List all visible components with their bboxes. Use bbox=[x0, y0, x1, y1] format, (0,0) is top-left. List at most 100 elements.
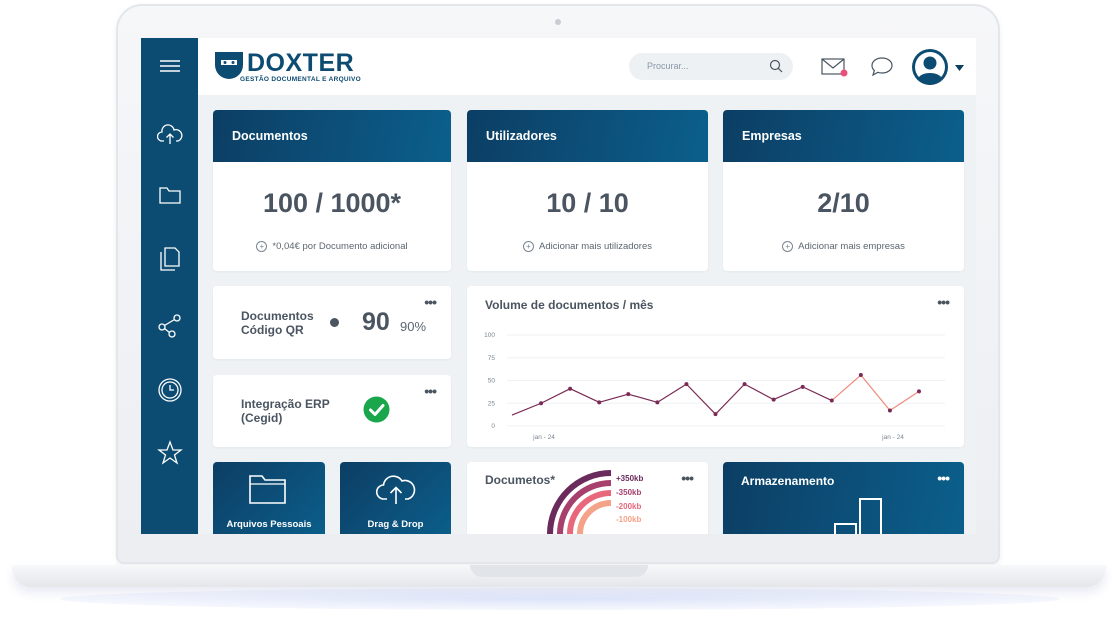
top-bar: DOXTER GESTÃO DOCUMENTAL E ARQUIVO Procu… bbox=[198, 38, 976, 95]
search-icon[interactable] bbox=[769, 59, 783, 78]
legend-350plus: +350kb bbox=[616, 474, 644, 483]
documentos-note[interactable]: + *0,04€ por Documento adicional bbox=[213, 241, 451, 252]
data-point[interactable] bbox=[771, 397, 776, 402]
sidebar bbox=[141, 38, 198, 534]
workflow-icon[interactable] bbox=[155, 311, 185, 341]
documents-icon[interactable] bbox=[155, 244, 185, 274]
erp-label-line1: Integração ERP bbox=[241, 397, 330, 411]
empresas-value: 2/10 bbox=[817, 188, 870, 218]
mail-icon[interactable] bbox=[820, 56, 848, 78]
data-point[interactable] bbox=[626, 392, 631, 397]
card-volume-chart: Volume de documentos / mês ••• 100 75 50 25… bbox=[467, 286, 964, 447]
y-tick-label: 75 bbox=[488, 355, 496, 362]
series-line-segment bbox=[540, 388, 571, 404]
check-circle-icon bbox=[363, 396, 390, 428]
add-empresas-link[interactable]: + Adicionar mais empresas bbox=[723, 241, 964, 252]
data-point[interactable] bbox=[829, 398, 834, 403]
legend-350minus: -350kb bbox=[616, 488, 642, 497]
card-utilizadores: Utilizadores 10 / 10 + Adicionar mais ut… bbox=[467, 110, 708, 271]
folder-icon[interactable] bbox=[155, 180, 185, 210]
card-documetos-size: Documetos* ••• +350kb -350kb -200kb -100… bbox=[467, 462, 708, 534]
more-options-icon[interactable]: ••• bbox=[424, 294, 437, 310]
x-tick-label: jan - 24 bbox=[532, 434, 555, 441]
qr-value: 90 bbox=[362, 308, 390, 336]
card-title: Utilizadores bbox=[486, 129, 557, 143]
utilizadores-value: 10 / 10 bbox=[546, 188, 629, 218]
storage-bars-icon bbox=[834, 498, 882, 534]
series-line-segment bbox=[628, 393, 658, 403]
data-point[interactable] bbox=[742, 382, 747, 387]
star-icon[interactable] bbox=[155, 438, 185, 468]
legend-200minus: -200kb bbox=[616, 502, 642, 511]
laptop-camera bbox=[555, 19, 561, 25]
menu-icon[interactable] bbox=[155, 51, 185, 81]
series-line-segment bbox=[599, 393, 629, 403]
tile-label: Arquivos Pessoais bbox=[226, 519, 312, 530]
more-options-icon[interactable]: ••• bbox=[424, 383, 437, 399]
erp-label-line2: (Cegid) bbox=[241, 411, 283, 425]
chat-icon[interactable] bbox=[868, 56, 896, 78]
add-utilizadores-text: Adicionar mais utilizadores bbox=[539, 241, 652, 252]
logo-wordmark: DOXTER bbox=[247, 49, 355, 77]
data-point[interactable] bbox=[597, 400, 602, 405]
avatar[interactable] bbox=[912, 47, 952, 87]
documentos-value: 100 / 1000* bbox=[262, 188, 402, 218]
series-line-segment bbox=[657, 383, 687, 403]
data-point[interactable] bbox=[713, 412, 718, 417]
cloud-upload-icon bbox=[375, 471, 417, 512]
series-line-segment bbox=[889, 390, 920, 412]
series-line-segment bbox=[685, 383, 716, 415]
card-documentos: Documentos 100 / 1000* + *0,04€ por Docu… bbox=[213, 110, 451, 271]
laptop-notch bbox=[470, 565, 648, 577]
bullet-icon bbox=[330, 318, 339, 327]
search-placeholder: Procurar... bbox=[647, 61, 689, 71]
plus-circle-icon: + bbox=[256, 241, 268, 252]
data-point[interactable] bbox=[655, 400, 660, 405]
data-point[interactable] bbox=[684, 382, 689, 387]
series-line-segment bbox=[831, 374, 862, 401]
card-header: Empresas bbox=[723, 110, 964, 162]
tile-drag-drop[interactable]: Drag & Drop bbox=[340, 462, 451, 534]
series-line-segment bbox=[715, 383, 746, 415]
qr-label-line1: Documentos bbox=[241, 309, 314, 323]
logo-tagline: GESTÃO DOCUMENTAL E ARQUIVO bbox=[240, 76, 362, 83]
legend-100minus: -100kb bbox=[616, 515, 642, 524]
y-tick-label: 0 bbox=[491, 423, 495, 430]
radial-arc-100minus bbox=[577, 500, 612, 534]
y-tick-label: 25 bbox=[488, 400, 496, 407]
plus-circle-icon: + bbox=[782, 241, 794, 252]
data-point[interactable] bbox=[917, 389, 921, 394]
add-utilizadores-link[interactable]: + Adicionar mais utilizadores bbox=[467, 241, 708, 252]
qr-percent: 90% bbox=[400, 319, 427, 334]
card-title: Empresas bbox=[742, 129, 802, 143]
card-title: Documentos bbox=[232, 129, 308, 143]
card-qr-documents: ••• Documentos Código QR 90 90% bbox=[213, 286, 451, 359]
data-point[interactable] bbox=[568, 386, 573, 391]
laptop-shadow bbox=[60, 588, 1060, 610]
app-logo[interactable]: DOXTER GESTÃO DOCUMENTAL E ARQUIVO bbox=[214, 49, 361, 83]
card-header: Utilizadores bbox=[467, 110, 708, 162]
y-tick-label: 100 bbox=[484, 332, 495, 339]
x-tick-label: jan - 24 bbox=[881, 434, 904, 441]
data-point[interactable] bbox=[539, 401, 544, 406]
search-input[interactable]: Procurar... bbox=[629, 53, 793, 80]
documentos-note-text: *0,04€ por Documento adicional bbox=[272, 241, 408, 252]
y-tick-label: 50 bbox=[488, 378, 496, 385]
series-line-segment bbox=[773, 386, 803, 401]
data-point[interactable] bbox=[800, 384, 805, 389]
tile-arquivos-pessoais[interactable]: Arquivos Pessoais bbox=[213, 462, 325, 534]
clock-icon[interactable] bbox=[155, 375, 185, 405]
cloud-upload-icon[interactable] bbox=[155, 120, 185, 150]
card-header: Documentos bbox=[213, 110, 451, 162]
qr-label: Documentos Código QR bbox=[241, 309, 314, 337]
erp-label: Integração ERP (Cegid) bbox=[241, 397, 330, 425]
data-point[interactable] bbox=[858, 373, 863, 378]
qr-label-line2: Código QR bbox=[241, 323, 304, 337]
card-erp-integration: ••• Integração ERP (Cegid) bbox=[213, 375, 451, 447]
radial-size-chart bbox=[547, 470, 612, 534]
plus-circle-icon: + bbox=[523, 241, 534, 252]
series-line-segment bbox=[511, 402, 542, 416]
data-point[interactable] bbox=[887, 408, 892, 413]
series-line-segment bbox=[744, 383, 774, 401]
chevron-down-icon[interactable] bbox=[954, 63, 964, 73]
